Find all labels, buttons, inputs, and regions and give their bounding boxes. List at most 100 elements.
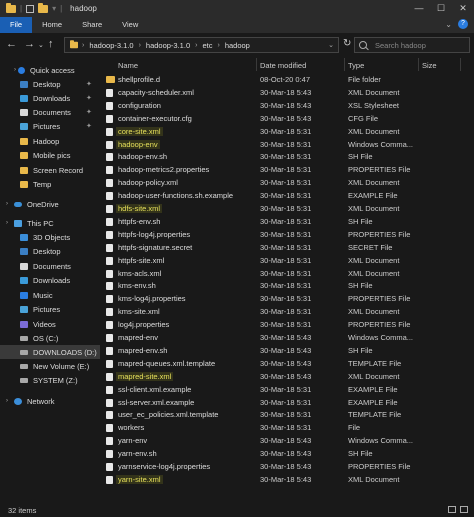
column-date-modified[interactable]: Date modified xyxy=(260,61,306,70)
file-row[interactable]: mapred-site.xml 30-Mar-18 5:43 XML Documen… xyxy=(100,370,474,383)
large-icons-view-icon[interactable] xyxy=(460,506,468,513)
sidebar-item[interactable]: DOWNLOADS (D:) xyxy=(0,345,100,359)
column-divider[interactable] xyxy=(256,58,257,71)
sidebar-item[interactable]: New Volume (E:) xyxy=(0,359,89,373)
properties-icon[interactable] xyxy=(26,4,35,13)
sidebar-item[interactable]: Music xyxy=(0,288,53,302)
desktop-icon xyxy=(20,80,28,88)
documents-icon xyxy=(20,262,28,270)
sidebar-item[interactable]: Mobile pics xyxy=(0,148,71,162)
expand-chevron-icon[interactable]: › xyxy=(14,67,16,73)
column-divider[interactable] xyxy=(344,58,345,71)
file-type: XSL Stylesheet xyxy=(348,101,400,110)
sidebar-item[interactable]: Pictures ✦ xyxy=(0,119,92,133)
back-arrow-icon[interactable]: ← xyxy=(6,38,17,50)
file-row[interactable]: hadoop-user-functions.sh.example 30-Mar-1… xyxy=(100,189,474,202)
refresh-icon[interactable]: ↻ xyxy=(343,38,351,49)
tab-home[interactable]: Home xyxy=(32,17,72,33)
file-row[interactable]: httpfs-env.sh 30-Mar-18 5:31 SH File xyxy=(100,215,474,228)
breadcrumb-hadoop-3.1.0[interactable]: hadoop-3.1.0 xyxy=(87,41,135,50)
file-row[interactable]: shellprofile.d 08-Oct-20 0:47 File folder xyxy=(100,73,474,86)
file-row[interactable]: capacity-scheduler.xml 30-Mar-18 5:43 XML … xyxy=(100,86,474,99)
maximize-button[interactable]: ☐ xyxy=(430,0,452,17)
file-row[interactable]: yarn-site.xml 30-Mar-18 5:43 XML Document xyxy=(100,473,474,486)
address-bar[interactable]: › hadoop-3.1.0 › hadoop-3.1.0 › etc › ha… xyxy=(64,37,339,53)
sidebar-item[interactable]: Pictures xyxy=(0,302,60,316)
chevron-down-icon[interactable]: ▾ xyxy=(52,4,56,13)
file-row[interactable]: workers 30-Mar-18 5:31 File xyxy=(100,421,474,434)
up-arrow-icon[interactable]: ↑ xyxy=(48,38,54,50)
sidebar-item[interactable]: › OneDrive xyxy=(0,197,59,211)
details-view-icon[interactable] xyxy=(448,506,456,513)
file-row[interactable]: yarn-env.sh 30-Mar-18 5:43 SH File xyxy=(100,447,474,460)
file-row[interactable]: ssl-client.xml.example 30-Mar-18 5:31 EXAM… xyxy=(100,383,474,396)
sidebar-item[interactable]: Downloads ✦ xyxy=(0,91,92,105)
file-row[interactable]: hadoop-metrics2.properties 30-Mar-18 5:31… xyxy=(100,163,474,176)
sidebar-item[interactable]: Documents ✦ xyxy=(0,105,92,119)
pictures-icon xyxy=(20,122,28,130)
file-row[interactable]: httpfs-log4j.properties 30-Mar-18 5:31 PRO… xyxy=(100,228,474,241)
file-row[interactable]: kms-env.sh 30-Mar-18 5:31 SH File xyxy=(100,279,474,292)
tab-share[interactable]: Share xyxy=(72,17,112,33)
breadcrumb-hadoop-3.1.0-inner[interactable]: hadoop-3.1.0 xyxy=(144,41,192,50)
column-divider[interactable] xyxy=(418,58,419,71)
column-type[interactable]: Type xyxy=(348,61,364,70)
recent-locations-icon[interactable]: ⌄ xyxy=(38,40,44,52)
column-name[interactable]: Name xyxy=(118,61,138,70)
file-row[interactable]: user_ec_policies.xml.template 30-Mar-18 5… xyxy=(100,408,474,421)
file-row[interactable]: mapred-queues.xml.template 30-Mar-18 5:43… xyxy=(100,357,474,370)
file-row[interactable]: log4j.properties 30-Mar-18 5:31 PROPERTIES… xyxy=(100,318,474,331)
sidebar-item[interactable]: Temp xyxy=(0,177,51,191)
sidebar-item[interactable]: Documents xyxy=(0,259,71,273)
expand-chevron-icon[interactable]: › xyxy=(6,398,8,404)
file-row[interactable]: yarn-env 30-Mar-18 5:43 Windows Comma... xyxy=(100,434,474,447)
sidebar-item[interactable]: Downloads xyxy=(0,273,70,287)
search-box[interactable] xyxy=(354,37,470,53)
file-row[interactable]: configuration 30-Mar-18 5:43 XSL Styleshee… xyxy=(100,99,474,112)
forward-arrow-icon[interactable]: → xyxy=(24,38,35,50)
sidebar-item[interactable]: SYSTEM (Z:) xyxy=(0,373,78,387)
sidebar-item[interactable]: Hadoop xyxy=(0,134,59,148)
sidebar-item[interactable]: › Network xyxy=(0,394,55,408)
breadcrumb-etc[interactable]: etc xyxy=(200,41,214,50)
file-row[interactable]: kms-log4j.properties 30-Mar-18 5:31 PROPER… xyxy=(100,292,474,305)
tab-view[interactable]: View xyxy=(112,17,148,33)
sidebar-item[interactable]: › Quick access xyxy=(0,63,75,77)
file-row[interactable]: core-site.xml 30-Mar-18 5:31 XML Document xyxy=(100,125,474,138)
expand-ribbon-icon[interactable]: ⌄ xyxy=(445,20,452,29)
file-row[interactable]: hadoop-env.sh 30-Mar-18 5:31 SH File xyxy=(100,150,474,163)
file-row[interactable]: hadoop-policy.xml 30-Mar-18 5:31 XML Docum… xyxy=(100,176,474,189)
sidebar-item[interactable]: Videos xyxy=(0,317,56,331)
file-row[interactable]: mapred-env.sh 30-Mar-18 5:43 SH File xyxy=(100,344,474,357)
breadcrumb-hadoop[interactable]: hadoop xyxy=(223,41,252,50)
file-row[interactable]: httpfs-signature.secret 30-Mar-18 5:31 SEC… xyxy=(100,241,474,254)
sidebar-item[interactable]: 3D Objects xyxy=(0,230,70,244)
file-name: hdfs-site.xml xyxy=(116,204,163,213)
sidebar-item[interactable]: Desktop ✦ xyxy=(0,77,92,91)
sidebar-item[interactable]: OS (C:) xyxy=(0,331,58,345)
file-row[interactable]: container-executor.cfg 30-Mar-18 5:43 CFG … xyxy=(100,112,474,125)
help-icon[interactable]: ? xyxy=(458,19,468,29)
new-folder-icon[interactable] xyxy=(38,2,49,13)
file-row[interactable]: httpfs-site.xml 30-Mar-18 5:31 XML Documen… xyxy=(100,254,474,267)
chevron-down-icon[interactable]: ⌄ xyxy=(328,41,334,49)
sidebar-item-label: This PC xyxy=(27,218,54,228)
expand-chevron-icon[interactable]: › xyxy=(6,201,8,207)
expand-chevron-icon[interactable]: › xyxy=(6,220,8,226)
close-button[interactable]: ✕ xyxy=(452,0,474,17)
file-date: 30-Mar-18 5:31 xyxy=(260,410,312,419)
tab-file[interactable]: File xyxy=(0,17,33,33)
sidebar-item[interactable]: Screen Record xyxy=(0,163,83,177)
file-icon xyxy=(106,347,113,355)
file-row[interactable]: hdfs-site.xml 30-Mar-18 5:31 XML Document xyxy=(100,202,474,215)
sidebar-item[interactable]: Desktop xyxy=(0,244,61,258)
file-row[interactable]: mapred-env 30-Mar-18 5:43 Windows Comma... xyxy=(100,331,474,344)
column-divider[interactable] xyxy=(460,58,461,71)
file-row[interactable]: yarnservice-log4j.properties 30-Mar-18 5:… xyxy=(100,460,474,473)
file-type: SH File xyxy=(348,449,373,458)
minimize-button[interactable]: — xyxy=(408,0,430,17)
column-size[interactable]: Size xyxy=(422,61,437,70)
sidebar-item[interactable]: › This PC xyxy=(0,216,54,230)
file-row[interactable]: kms-site.xml 30-Mar-18 5:31 XML Document xyxy=(100,305,474,318)
search-input[interactable] xyxy=(375,40,465,50)
